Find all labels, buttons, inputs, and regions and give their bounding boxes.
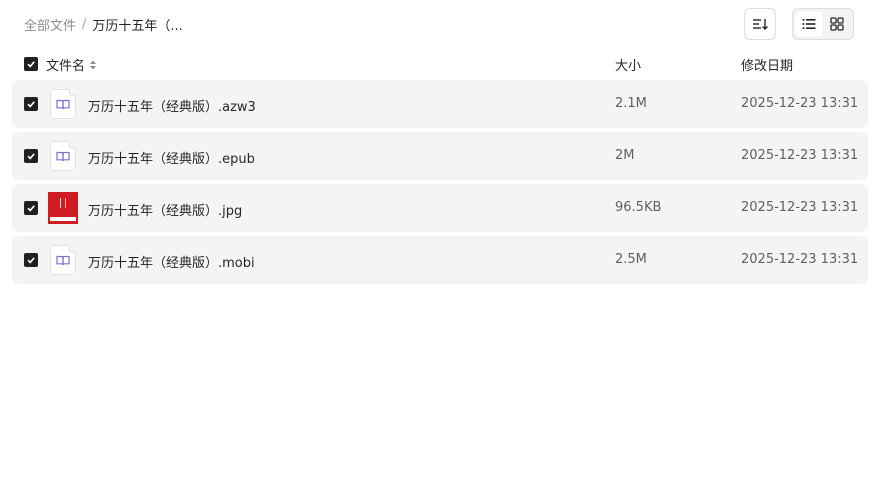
list-view-icon [802,19,816,29]
breadcrumb: 全部文件 / 万历十五年（... [24,15,183,34]
list-view-button[interactable] [795,11,823,37]
select-all-checkbox[interactable] [24,57,38,71]
name-column-header[interactable]: 文件名 [46,55,97,74]
file-name[interactable]: 万历十五年（经典版）.jpg [88,200,242,219]
file-row[interactable]: 万历十五年（经典版）.azw3 2.1M 2025-12-23 13:31 [12,80,868,128]
file-thumbnail [48,89,78,119]
ebook-icon [50,245,76,275]
file-thumbnail [48,141,78,171]
file-list: 万历十五年（经典版）.azw3 2.1M 2025-12-23 13:31 万历… [12,80,868,288]
top-bar: 全部文件 / 万历十五年（... [0,0,878,48]
date-column-header: 修改日期 [741,59,794,74]
row-checkbox[interactable] [24,253,38,267]
sort-lines-icon [753,19,768,30]
sort-arrows-icon[interactable] [89,59,97,71]
checkmark-icon [27,101,35,108]
file-size: 2.1M [615,96,647,111]
table-header: 文件名 大小 修改日期 [12,52,868,76]
file-row[interactable]: 万历十五年（经典版）.epub 2M 2025-12-23 13:31 [12,132,868,180]
checkmark-icon [27,257,35,264]
name-column-label: 文件名 [46,59,86,74]
checkmark-icon [27,153,35,160]
sort-button[interactable] [744,8,776,40]
ebook-icon [50,141,76,171]
file-name[interactable]: 万历十五年（经典版）.epub [88,148,255,167]
breadcrumb-root-link[interactable]: 全部文件 [24,15,76,34]
file-modified-date: 2025-12-23 13:31 [741,148,859,163]
file-thumbnail [48,245,78,275]
view-mode-toggle [792,8,854,40]
row-checkbox[interactable] [24,97,38,111]
file-name[interactable]: 万历十五年（经典版）.mobi [88,252,255,271]
checkmark-icon [27,61,35,68]
row-checkbox[interactable] [24,149,38,163]
file-row[interactable]: 万历十五年（经典版）.mobi 2.5M 2025-12-23 13:31 [12,236,868,284]
file-thumbnail [48,192,78,224]
breadcrumb-separator: / [82,16,87,32]
file-name[interactable]: 万历十五年（经典版）.azw3 [88,96,256,115]
file-modified-date: 2025-12-23 13:31 [741,96,859,111]
file-size: 2M [615,148,635,163]
file-modified-date: 2025-12-23 13:31 [741,200,859,215]
book-cover-image [48,192,78,224]
size-column-header: 大小 [615,59,642,74]
ebook-icon [50,89,76,119]
grid-view-button[interactable] [823,11,851,37]
file-modified-date: 2025-12-23 13:31 [741,252,859,267]
breadcrumb-current-folder: 万历十五年（... [92,18,183,34]
checkmark-icon [27,205,35,212]
grid-view-icon [830,17,844,31]
row-checkbox[interactable] [24,201,38,215]
file-size: 96.5KB [615,200,662,215]
file-row[interactable]: 万历十五年（经典版）.jpg 96.5KB 2025-12-23 13:31 [12,184,868,232]
file-size: 2.5M [615,252,647,267]
